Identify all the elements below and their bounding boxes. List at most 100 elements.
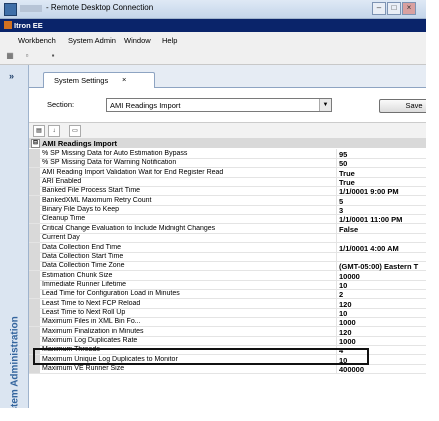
column-divider[interactable] [336,298,337,308]
left-panel: » System Administration [0,65,29,412]
column-divider[interactable] [336,251,337,261]
setting-name: Critical Change Evaluation to Include Mi… [42,224,216,232]
column-divider[interactable] [336,158,337,168]
setting-name: Data Collection End Time [42,243,121,251]
setting-name: % SP Missing Data for Auto Estimation By… [42,150,188,157]
setting-name: Banked File Process Start Time [42,187,141,195]
maximize-button[interactable]: □ [387,2,401,15]
column-divider[interactable] [336,326,337,336]
row-gutter [29,364,40,374]
row-gutter [29,242,40,252]
torn-edge-bottom [0,408,439,421]
close-window-button[interactable]: × [402,2,416,15]
table-row[interactable]: Maximum VE Runner Size 400000 [29,364,428,375]
column-divider[interactable] [336,233,337,243]
column-divider[interactable] [336,149,337,158]
setting-name: % SP Missing Data for Warning Notificati… [42,159,177,167]
setting-name: AMI Reading Import Validation Wait for E… [42,168,224,176]
close-tab-icon[interactable]: × [122,75,126,84]
section-select[interactable]: AMI Readings Import ▼ [106,98,332,112]
setting-name: Data Collection Time Zone [42,262,125,270]
redacted-host [20,5,42,12]
column-divider[interactable] [336,270,337,280]
menu-system-admin[interactable]: System Admin [68,36,116,45]
setting-name: Maximum Finalization in Minutes [42,327,144,335]
minimize-button[interactable]: – [372,2,386,15]
section-bar: Section: AMI Readings Import ▼ Save [29,88,428,121]
tab-strip: System Settings × [29,65,428,88]
toolbar-icon-2[interactable]: ▫ [22,51,32,61]
setting-name: ARI Enabled [42,178,82,186]
setting-name: Cleanup Time [42,215,86,223]
row-gutter [29,270,40,280]
save-button[interactable]: Save [379,99,428,113]
column-divider[interactable] [336,242,337,252]
setting-name: Maximum Log Duplicates Rate [42,337,138,344]
row-gutter [29,177,40,187]
setting-name: Binary File Days to Keep [42,206,120,214]
torn-edge-right [426,0,439,421]
setting-value[interactable]: 400000 [339,365,364,374]
menu-window[interactable]: Window [124,36,151,45]
title-bar: - Remote Desktop Connection – □ × [0,0,428,19]
column-divider[interactable] [336,177,337,187]
column-divider[interactable] [336,214,337,224]
column-divider[interactable] [336,261,337,271]
setting-name: Least Time to Next Roll Up [42,308,126,316]
tab-label: System Settings [54,76,109,85]
row-gutter [29,205,40,215]
menu-workbench[interactable]: Workbench [18,36,56,45]
setting-name: Maximum VE Runner Size [42,365,125,373]
chevron-down-icon[interactable]: ▼ [319,99,331,111]
menu-bar: Workbench System Admin Window Help [0,33,428,47]
section-label: Section: [47,100,75,109]
row-gutter [29,336,40,345]
column-divider[interactable] [336,205,337,215]
highlight-box [33,348,369,365]
setting-name: Maximum Files in XML Bin Fo... [42,318,141,326]
row-gutter [29,326,40,336]
row-gutter [29,307,40,317]
row-gutter [29,317,40,327]
column-divider[interactable] [336,186,337,196]
row-gutter [29,223,40,233]
toolbar-icon-1[interactable]: ▦ [5,51,15,61]
menu-help[interactable]: Help [162,36,177,45]
property-grid-toolbar: ▤ ↓ ▭ [29,122,428,139]
alphabetical-icon[interactable]: ↓ [48,125,60,137]
row-gutter [29,195,40,205]
category-name: AMI Readings Import [42,139,118,148]
toolbar: ▦ ▫ ▪ [0,48,428,65]
property-pages-icon[interactable]: ▭ [69,125,81,137]
setting-name: BankedXML Maximum Retry Count [42,196,152,204]
collapse-icon[interactable]: ⊟ [31,139,40,148]
save-icon[interactable]: ▪ [48,51,58,61]
system-administration-label[interactable]: System Administration [10,306,21,412]
column-divider[interactable] [336,195,337,205]
column-divider[interactable] [336,289,337,299]
row-gutter [29,149,40,158]
expand-panel-icon[interactable]: » [9,71,14,81]
setting-name: Lead Time for Configuration Load in Minu… [42,290,180,298]
setting-name: Estimation Chunk Size [42,271,113,279]
column-divider[interactable] [336,167,337,177]
categorized-icon[interactable]: ▤ [33,125,45,137]
column-divider[interactable] [336,336,337,345]
app-title-bar: Itron EE [0,19,428,32]
setting-name: Least Time to Next FCP Reload [42,299,141,307]
row-gutter [29,158,40,168]
row-gutter [29,279,40,289]
app-title: Itron EE [14,21,43,30]
row-gutter [29,289,40,299]
column-divider[interactable] [336,223,337,233]
setting-name: Data Collection Start Time [42,252,124,260]
category-row[interactable]: ⊟ AMI Readings Import [29,138,428,148]
tab-system-settings[interactable]: System Settings × [43,72,155,88]
column-divider[interactable] [336,317,337,327]
column-divider[interactable] [336,279,337,289]
column-divider[interactable] [336,364,337,374]
row-gutter [29,186,40,196]
row-gutter [29,214,40,224]
itron-logo-icon [4,21,12,29]
column-divider[interactable] [336,307,337,317]
